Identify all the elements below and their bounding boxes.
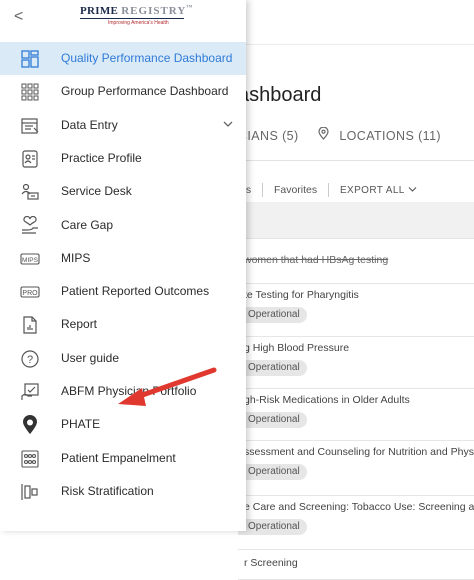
- sidebar-item-label: Care Gap: [61, 218, 114, 232]
- sidebar-item-practice-profile[interactable]: Practice Profile: [0, 142, 246, 175]
- tab-clinicians[interactable]: CIANS (5): [238, 129, 299, 143]
- sidebar-item-group-performance-dashboard[interactable]: Group Performance Dashboard: [0, 75, 246, 108]
- sidebar-item-patient-empanelment[interactable]: Patient Empanelment: [0, 442, 246, 475]
- sidebar-item-label: Group Performance Dashboard: [61, 84, 229, 98]
- chevron-down-icon: [408, 185, 417, 196]
- physician-portfolio-icon: [20, 382, 40, 402]
- patient-empanelment-icon: [20, 449, 40, 469]
- measure-name: e Care and Screening: Tobacco Use: Scree…: [244, 501, 474, 513]
- sidebar-item-abfm-physician-portfolio[interactable]: ABFM Physician Portfolio: [0, 375, 246, 408]
- status-badge: Operational: [238, 360, 307, 376]
- table-row[interactable]: gh-Risk Medications in Older Adults Opera…: [238, 388, 474, 441]
- sidebar-item-user-guide[interactable]: ? User guide: [0, 342, 246, 375]
- risk-stratification-icon: [20, 482, 40, 502]
- sidebar-item-label: Patient Empanelment: [61, 451, 176, 465]
- pro-badge-icon: PRO: [20, 282, 40, 302]
- tab-locations[interactable]: LOCATIONS (11): [339, 129, 441, 143]
- sidebar-item-patient-reported-outcomes[interactable]: PRO Patient Reported Outcomes: [0, 275, 246, 308]
- sidebar-item-phate[interactable]: PHATE: [0, 408, 246, 441]
- sidebar-item-label: Service Desk: [61, 184, 132, 198]
- sidebar: < PRIME REGISTRY™ Improving America's He…: [0, 0, 246, 531]
- collapse-sidebar-button[interactable]: <: [14, 8, 23, 26]
- sidebar-item-mips[interactable]: MIPS MIPS: [0, 242, 246, 275]
- table-row[interactable]: g High Blood Pressure Operational: [238, 336, 474, 389]
- table-row[interactable]: women that had HBsAg testing: [238, 238, 474, 284]
- sidebar-item-report[interactable]: Report: [0, 308, 246, 341]
- status-badge: Operational: [238, 307, 307, 323]
- sidebar-item-label: Report: [61, 317, 98, 331]
- tab-bar: CIANS (5) LOCATIONS (11): [238, 126, 441, 149]
- help-circle-icon: ?: [20, 349, 40, 369]
- mips-badge-icon: MIPS: [20, 249, 40, 269]
- measure-name: gh-Risk Medications in Older Adults: [244, 394, 410, 406]
- sidebar-item-quality-performance-dashboard[interactable]: Quality Performance Dashboard: [0, 42, 246, 75]
- location-pin-icon: [318, 126, 330, 143]
- table-row[interactable]: ssessment and Counseling for Nutrition a…: [238, 440, 474, 496]
- export-all-button[interactable]: EXPORT ALL: [340, 185, 417, 196]
- status-badge: Operational: [238, 412, 307, 428]
- chevron-down-icon[interactable]: [222, 117, 234, 129]
- table-row[interactable]: e Care and Screening: Tobacco Use: Scree…: [238, 495, 474, 550]
- sidebar-item-label: Patient Reported Outcomes: [61, 284, 210, 298]
- logo-tagline: Improving America's Health: [108, 20, 169, 26]
- svg-text:MIPS: MIPS: [22, 257, 39, 264]
- prime-registry-logo: PRIME REGISTRY™ Improving America's Heal…: [80, 5, 200, 35]
- measure-name: women that had HBsAg testing: [244, 253, 389, 266]
- sidebar-item-label: Quality Performance Dashboard: [61, 51, 233, 65]
- divider: [328, 183, 330, 197]
- logo-trademark: ™: [186, 5, 193, 11]
- sidebar-item-care-gap[interactable]: Care Gap: [0, 209, 246, 242]
- tab-divider: [238, 160, 474, 161]
- status-badge: Operational: [238, 519, 307, 535]
- measure-name: ssessment and Counseling for Nutrition a…: [244, 446, 474, 458]
- measure-name: te Testing for Pharyngitis: [244, 289, 359, 301]
- sidebar-header: < PRIME REGISTRY™ Improving America's He…: [0, 0, 246, 42]
- phate-location-pin-icon: [20, 415, 40, 435]
- divider: [262, 183, 264, 197]
- measure-name: r Screening: [244, 557, 298, 569]
- filter-bar: es Favorites EXPORT ALL: [240, 183, 417, 197]
- sidebar-item-label: PHATE: [61, 417, 101, 431]
- group-grid-icon: [20, 82, 40, 102]
- page-title: ashboard: [238, 84, 322, 106]
- sidebar-item-label: MIPS: [61, 251, 91, 265]
- sidebar-item-service-desk[interactable]: Service Desk: [0, 175, 246, 208]
- status-badge: Operational: [238, 464, 307, 480]
- report-document-icon: [20, 315, 40, 335]
- table-row[interactable]: r Screening: [238, 549, 474, 580]
- svg-text:PRO: PRO: [22, 290, 38, 297]
- sidebar-item-risk-stratification[interactable]: Risk Stratification: [0, 475, 246, 508]
- service-desk-icon: [20, 182, 40, 202]
- logo-underline: [80, 18, 184, 19]
- sidebar-item-label: Practice Profile: [61, 151, 142, 165]
- care-gap-hand-heart-icon: [20, 215, 40, 236]
- sidebar-item-label: Data Entry: [61, 118, 118, 132]
- export-all-label: EXPORT ALL: [339, 184, 405, 196]
- table-row[interactable]: te Testing for Pharyngitis Operational: [238, 283, 474, 337]
- filter-favorites[interactable]: Favorites: [274, 184, 317, 196]
- sidebar-item-label: User guide: [61, 351, 120, 365]
- data-entry-icon: [20, 116, 40, 136]
- practice-profile-icon: [20, 149, 40, 169]
- sidebar-item-label: Risk Stratification: [61, 484, 154, 498]
- sidebar-item-data-entry[interactable]: Data Entry: [0, 109, 246, 142]
- svg-text:?: ?: [27, 354, 33, 366]
- table-header: [238, 202, 474, 239]
- sidebar-item-label: ABFM Physician Portfolio: [61, 384, 197, 398]
- dashboard-grid-icon: [20, 49, 40, 69]
- logo-text-prime: PRIME: [80, 5, 119, 17]
- measure-name: g High Blood Pressure: [244, 342, 350, 354]
- logo-text-registry: REGISTRY: [121, 5, 187, 17]
